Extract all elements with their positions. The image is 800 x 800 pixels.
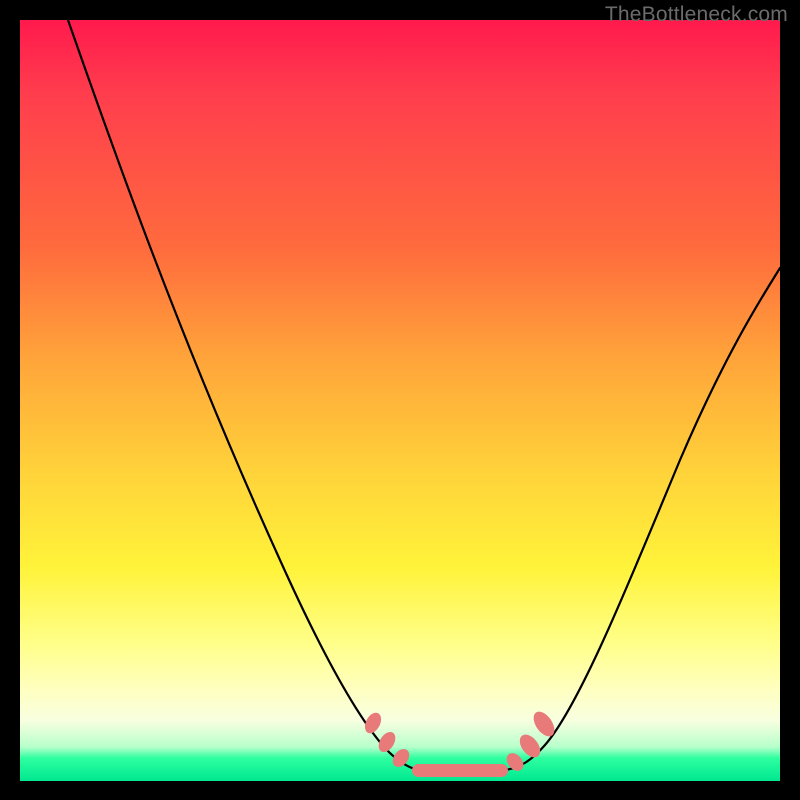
curve-right-arm — [505, 268, 780, 770]
marker-group — [362, 708, 559, 777]
marker-flat-bar — [412, 764, 508, 777]
marker-dot — [529, 708, 558, 740]
outer-frame: TheBottleneck.com — [0, 0, 800, 800]
marker-dot — [516, 731, 545, 761]
curve-left-arm — [68, 20, 418, 770]
chart-svg — [20, 20, 780, 781]
